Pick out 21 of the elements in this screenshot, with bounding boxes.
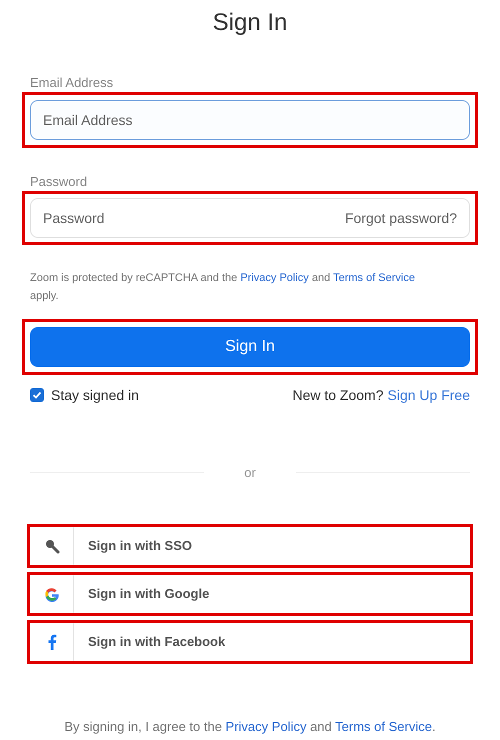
signup-prompt: New to Zoom? [292, 386, 384, 404]
privacy-policy-link[interactable]: Privacy Policy [240, 272, 309, 284]
terms-agreement-notice: By signing in, I agree to the Privacy Policy and Terms of Service. [63, 718, 437, 736]
check-icon [32, 390, 42, 400]
terms-of-service-link[interactable]: Terms of Service [335, 718, 432, 734]
key-icon [44, 538, 60, 554]
sign-in-button[interactable]: Sign In [30, 327, 470, 367]
sign-up-link[interactable]: Sign Up Free [388, 384, 470, 406]
forgot-password-link[interactable]: Forgot password? [344, 208, 457, 228]
facebook-icon [46, 634, 56, 650]
page-title: Sign In [212, 8, 288, 38]
google-icon [44, 586, 60, 602]
stay-signed-in-checkbox[interactable]: Stay signed in [30, 384, 139, 406]
divider-text: or [244, 464, 256, 482]
terms-of-service-link[interactable]: Terms of Service [333, 272, 415, 284]
field-label: Email Address [30, 75, 114, 91]
privacy-policy-link[interactable]: Privacy Policy [226, 718, 306, 734]
password-field[interactable]: Password Forgot password? [30, 198, 470, 238]
recaptcha-notice: Zoom is protected by reCAPTCHA and the Privacy Policy and Terms of Service apply. [30, 271, 416, 304]
field-label: Password [30, 174, 88, 190]
email-field[interactable]: Email Address [30, 100, 470, 140]
